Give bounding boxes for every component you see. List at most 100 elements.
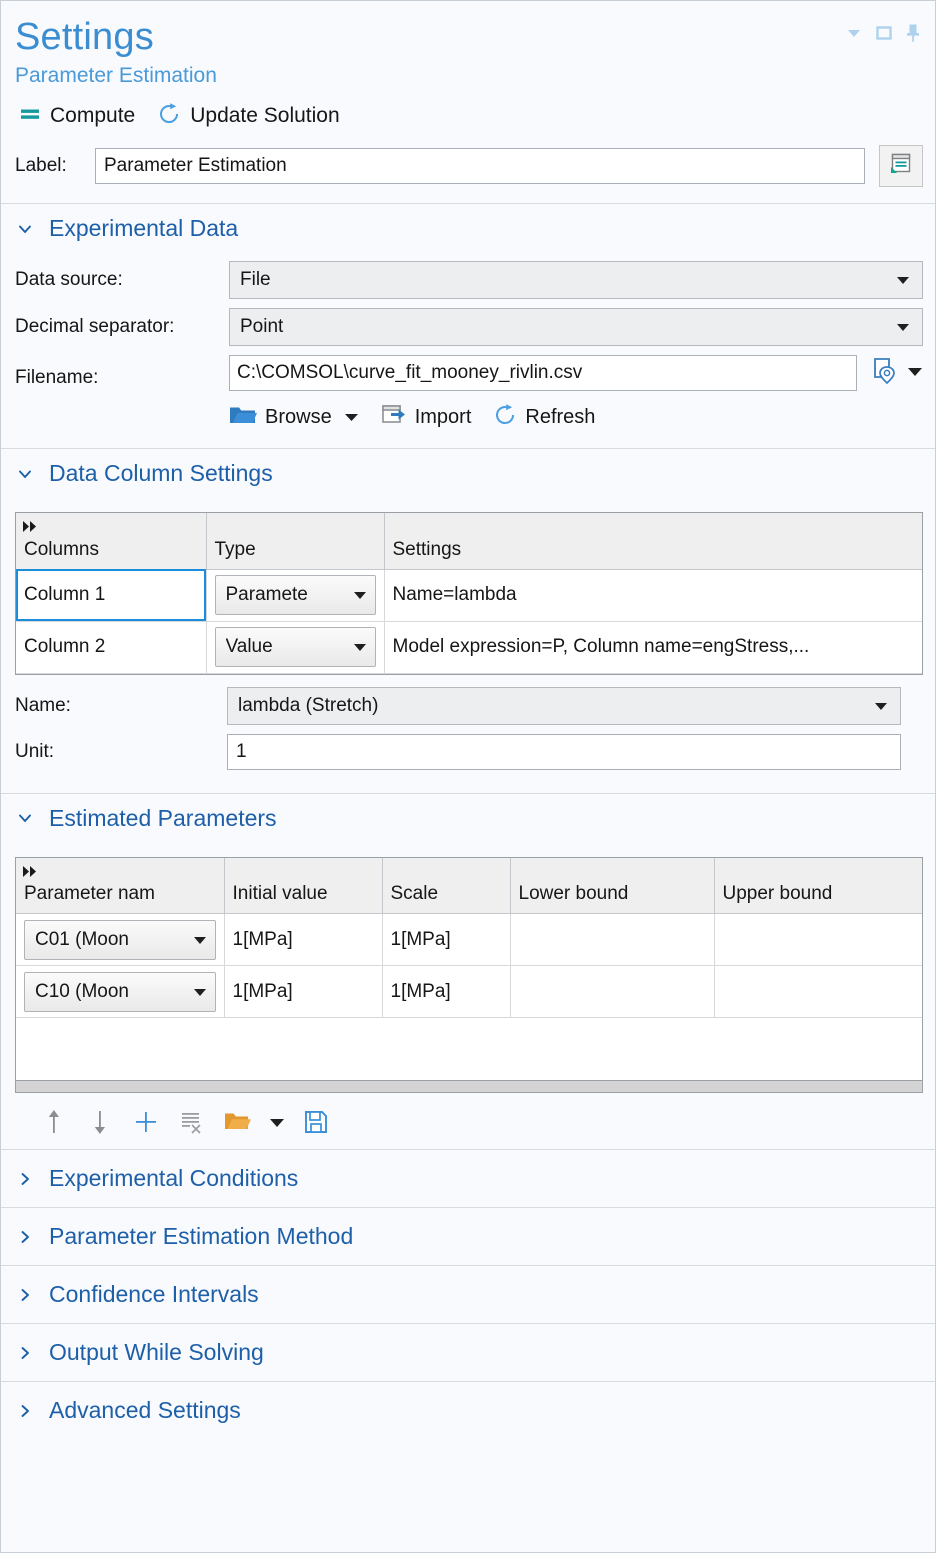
section-header-data-column-settings[interactable]: Data Column Settings	[1, 448, 935, 498]
section-header-experimental-data[interactable]: Experimental Data	[1, 203, 935, 253]
table-row[interactable]: Column 2 Value Model expression=P, Colum…	[16, 621, 922, 674]
header-label: Type	[214, 538, 256, 560]
add-icon[interactable]	[123, 1105, 169, 1139]
save-to-file-icon[interactable]	[293, 1105, 339, 1139]
horizontal-scrollbar[interactable]	[16, 1080, 922, 1092]
table-row[interactable]: C10 (Moon 1[MPa] 1[MPa]	[16, 965, 922, 1018]
chevron-down-icon[interactable]	[907, 364, 923, 382]
decimal-separator-select[interactable]: Point	[229, 308, 923, 346]
page-title: Settings	[15, 16, 154, 58]
move-down-icon[interactable]	[77, 1105, 123, 1139]
cell-settings[interactable]: Name=lambda	[384, 569, 922, 622]
cell-lower-bound[interactable]	[510, 913, 715, 966]
label-input[interactable]	[95, 148, 865, 184]
column-header-scale[interactable]: Scale	[382, 857, 511, 914]
cell-type[interactable]: Value	[206, 621, 385, 674]
type-value: Paramete	[225, 584, 308, 605]
filename-input[interactable]	[229, 355, 857, 391]
clear-list-icon[interactable]	[169, 1105, 215, 1139]
label-toggle-button[interactable]	[879, 145, 923, 187]
section-title: Confidence Intervals	[49, 1281, 259, 1307]
expand-columns-icon[interactable]	[22, 517, 39, 539]
cell-column-name[interactable]: Column 2	[16, 621, 207, 674]
section-header-experimental-conditions[interactable]: Experimental Conditions	[1, 1149, 935, 1207]
file-location-icon[interactable]	[871, 357, 897, 390]
chevron-down-icon	[193, 981, 207, 1003]
section-header-confidence-intervals[interactable]: Confidence Intervals	[1, 1265, 935, 1323]
parameter-name-select[interactable]: C01 (Moon	[24, 919, 216, 960]
section-body-experimental-data: Data source: File Decimal separator: Poi…	[1, 253, 935, 448]
parameter-name-value: C10 (Moon	[35, 980, 129, 1002]
browse-button[interactable]: Browse	[229, 404, 359, 431]
compute-button[interactable]: Compute	[19, 103, 135, 130]
column-header-type[interactable]: Type	[206, 513, 385, 570]
cell-column-name[interactable]: Column 1	[16, 569, 207, 622]
window-controls	[845, 23, 921, 43]
cell-lower-bound[interactable]	[510, 965, 715, 1018]
pin-icon[interactable]	[905, 23, 921, 43]
header-label: Parameter nam	[24, 883, 155, 904]
file-action-toolbar: Browse Import Refresh	[229, 403, 923, 432]
update-solution-button[interactable]: Update Solution	[157, 102, 340, 131]
section-title: Estimated Parameters	[49, 804, 277, 831]
data-source-value: File	[240, 269, 271, 290]
chevron-down-icon	[17, 466, 33, 482]
refresh-circular-arrow-icon	[493, 403, 517, 432]
section-header-advanced-settings[interactable]: Advanced Settings	[1, 1381, 935, 1439]
refresh-button[interactable]: Refresh	[493, 403, 595, 432]
section-header-output-while-solving[interactable]: Output While Solving	[1, 1323, 935, 1381]
data-source-select[interactable]: File	[229, 261, 923, 299]
section-header-parameter-estimation-method[interactable]: Parameter Estimation Method	[1, 1207, 935, 1265]
move-up-icon[interactable]	[31, 1105, 77, 1139]
import-label: Import	[414, 406, 472, 428]
cell-parameter-name[interactable]: C10 (Moon	[16, 965, 225, 1018]
unit-input[interactable]	[227, 733, 901, 770]
column-header-settings[interactable]: Settings	[384, 513, 922, 570]
compute-label: Compute	[50, 104, 136, 127]
parameter-name-select[interactable]: C10 (Moon	[24, 971, 216, 1012]
chevron-right-icon	[17, 1229, 33, 1245]
cell-parameter-name[interactable]: C01 (Moon	[16, 913, 225, 966]
cell-upper-bound[interactable]	[714, 913, 922, 966]
cell-initial-value[interactable]: 1[MPa]	[224, 913, 383, 966]
maximize-icon[interactable]	[875, 24, 893, 42]
import-button[interactable]: Import	[381, 403, 472, 432]
name-label: Name:	[15, 694, 71, 716]
decimal-separator-label: Decimal separator:	[15, 316, 175, 337]
table-row[interactable]: Column 1 Paramete Name=lambda	[16, 569, 922, 622]
chevron-down-icon[interactable]	[845, 24, 863, 42]
header-label: Upper bound	[722, 883, 833, 904]
refresh-circular-arrow-icon	[157, 102, 181, 131]
data-column-table: Columns Type Settings Column 1 Paramete	[15, 512, 923, 675]
cell-scale[interactable]: 1[MPa]	[382, 913, 511, 966]
header-label: Settings	[392, 538, 462, 560]
cell-scale[interactable]: 1[MPa]	[382, 965, 511, 1018]
chevron-down-icon	[193, 929, 207, 951]
chevron-down-icon[interactable]	[344, 409, 359, 427]
settings-panel: Settings Parameter Estimation Compute Up…	[0, 0, 936, 1553]
load-dropdown-icon[interactable]	[261, 1105, 293, 1139]
column-header-initial-value[interactable]: Initial value	[224, 857, 383, 914]
table-row[interactable]: C01 (Moon 1[MPa] 1[MPa]	[16, 913, 922, 966]
section-header-estimated-parameters[interactable]: Estimated Parameters	[1, 792, 935, 843]
cell-upper-bound[interactable]	[714, 965, 922, 1018]
name-select[interactable]: lambda (Stretch)	[227, 686, 901, 725]
estimated-parameters-table: Parameter nam Initial value Scale Lower …	[15, 856, 923, 1093]
section-title: Output While Solving	[49, 1339, 264, 1365]
load-from-file-icon[interactable]	[215, 1105, 261, 1139]
column-header-columns[interactable]: Columns	[16, 513, 207, 570]
chevron-down-icon	[17, 221, 33, 237]
cell-initial-value[interactable]: 1[MPa]	[224, 965, 383, 1018]
expand-columns-icon[interactable]	[22, 862, 39, 884]
refresh-label: Refresh	[525, 406, 596, 428]
chevron-down-icon	[874, 695, 888, 717]
label-caption: Label:	[15, 155, 67, 176]
column-header-parameter-name[interactable]: Parameter nam	[16, 857, 225, 914]
cell-type[interactable]: Paramete	[206, 569, 385, 622]
header-label: Columns	[24, 538, 99, 560]
column-header-upper-bound[interactable]: Upper bound	[714, 857, 922, 914]
type-select[interactable]: Value	[214, 627, 376, 667]
type-select[interactable]: Paramete	[214, 575, 376, 615]
column-header-lower-bound[interactable]: Lower bound	[510, 857, 715, 914]
cell-settings[interactable]: Model expression=P, Column name=engStres…	[384, 621, 922, 674]
